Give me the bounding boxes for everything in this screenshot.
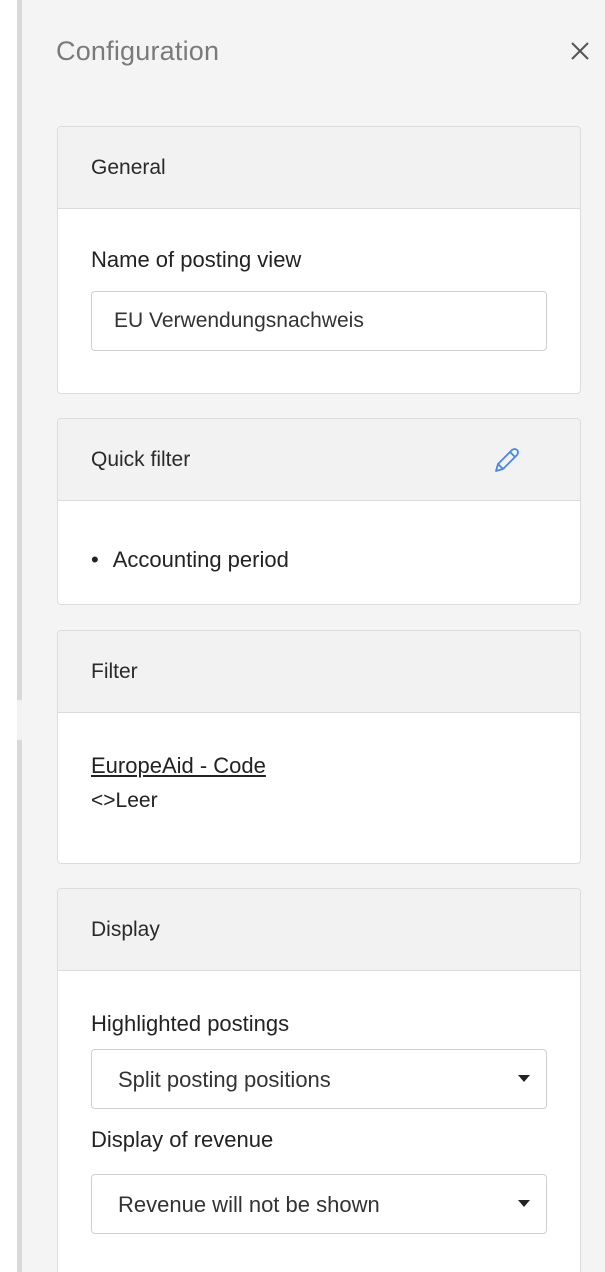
general-card: General Name of posting view bbox=[57, 126, 581, 394]
quick-filter-card-header: Quick filter bbox=[58, 419, 580, 501]
edit-quick-filter-button[interactable] bbox=[488, 443, 524, 479]
filter-condition: <>Leer bbox=[91, 789, 158, 812]
filter-heading: Filter bbox=[91, 660, 138, 683]
display-of-revenue-select[interactable]: Revenue will not be shown bbox=[91, 1174, 547, 1234]
display-of-revenue-label: Display of revenue bbox=[91, 1127, 274, 1152]
quick-filter-item-label: Accounting period bbox=[112, 547, 289, 572]
close-button[interactable] bbox=[563, 34, 597, 68]
filter-card: Filter EuropeAid - Code <>Leer bbox=[57, 630, 581, 864]
highlighted-postings-label: Highlighted postings bbox=[91, 1011, 290, 1036]
highlighted-postings-value: Split posting positions bbox=[118, 1067, 331, 1092]
panel-header: Configuration bbox=[22, 0, 605, 110]
highlighted-postings-select[interactable]: Split posting positions bbox=[91, 1049, 547, 1109]
general-heading: General bbox=[91, 156, 166, 179]
caret-down-icon bbox=[518, 1075, 530, 1082]
list-item: • Accounting period bbox=[91, 547, 289, 573]
bullet-icon: • bbox=[91, 547, 99, 572]
quick-filter-card: Quick filter • Accounting period bbox=[57, 418, 581, 605]
display-card-header: Display bbox=[58, 889, 580, 971]
filter-field-link[interactable]: EuropeAid - Code bbox=[91, 753, 266, 779]
display-of-revenue-value: Revenue will not be shown bbox=[118, 1192, 380, 1217]
panel-title: Configuration bbox=[56, 36, 220, 66]
posting-view-name-label: Name of posting view bbox=[91, 247, 302, 272]
caret-down-icon bbox=[518, 1200, 530, 1207]
display-card: Display Highlighted postings Split posti… bbox=[57, 888, 581, 1272]
filter-card-header: Filter bbox=[58, 631, 580, 713]
panel-left-edge bbox=[0, 0, 22, 1272]
close-icon bbox=[571, 42, 589, 60]
general-card-header: General bbox=[58, 127, 580, 209]
quick-filter-heading: Quick filter bbox=[91, 448, 191, 471]
posting-view-name-input[interactable] bbox=[91, 291, 547, 351]
configuration-panel: Configuration General Name of posting vi… bbox=[22, 0, 605, 1272]
display-heading: Display bbox=[91, 918, 160, 941]
pencil-icon bbox=[495, 448, 519, 472]
